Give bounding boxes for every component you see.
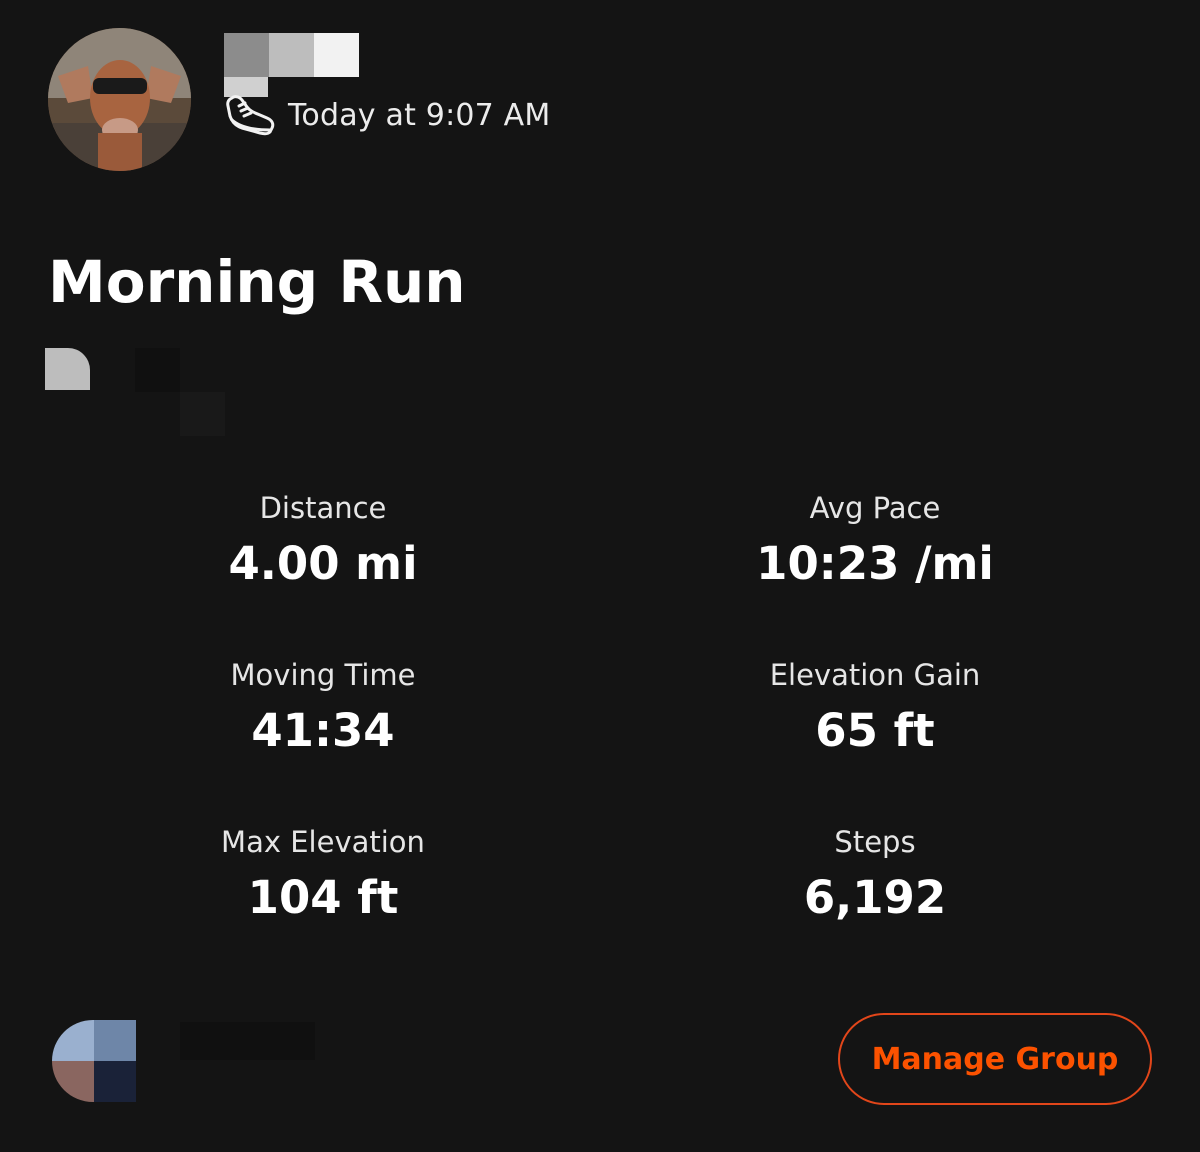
stat-label: Steps — [834, 825, 916, 859]
stat-elevation-gain: Elevation Gain 65 ft — [665, 657, 1085, 759]
stat-distance: Distance 4.00 mi — [113, 490, 533, 592]
athlete-name-redacted — [224, 33, 364, 97]
description-redacted — [180, 392, 225, 436]
stat-value: 65 ft — [815, 704, 935, 757]
stat-avg-pace: Avg Pace 10:23 /mi — [665, 490, 1085, 592]
stat-label: Elevation Gain — [769, 658, 981, 692]
group-avatar[interactable] — [52, 1020, 136, 1102]
stat-value: 6,192 — [803, 871, 947, 924]
stat-moving-time: Moving Time 41:34 — [113, 657, 533, 759]
description-redacted — [135, 348, 180, 392]
manage-group-button[interactable]: Manage Group — [838, 1013, 1152, 1105]
activity-meta: Today at 9:07 AM — [224, 92, 551, 138]
group-name-redacted — [180, 1022, 315, 1060]
activity-title[interactable]: Morning Run — [48, 248, 466, 316]
running-shoe-icon — [226, 95, 275, 136]
stat-value: 104 ft — [247, 871, 399, 924]
stat-label: Max Elevation — [221, 825, 425, 859]
stat-label: Avg Pace — [809, 491, 941, 525]
athlete-avatar[interactable] — [48, 28, 191, 171]
avatar-photo — [48, 28, 191, 171]
description-redacted — [45, 348, 90, 390]
stat-value: 10:23 /mi — [756, 537, 994, 590]
stat-max-elevation: Max Elevation 104 ft — [113, 824, 533, 926]
stat-value: 41:34 — [251, 704, 395, 757]
stat-label: Moving Time — [230, 658, 416, 692]
stat-steps: Steps 6,192 — [665, 824, 1085, 926]
activity-timestamp[interactable]: Today at 9:07 AM — [288, 98, 551, 133]
stat-value: 4.00 mi — [228, 537, 418, 590]
stat-label: Distance — [259, 491, 387, 525]
